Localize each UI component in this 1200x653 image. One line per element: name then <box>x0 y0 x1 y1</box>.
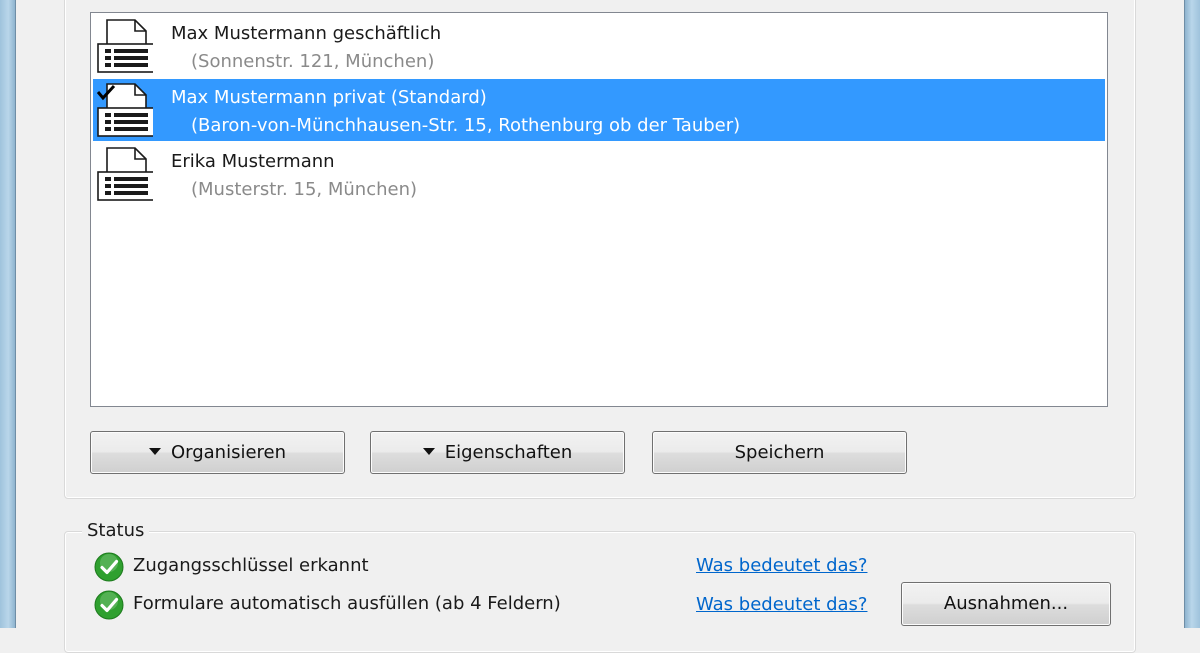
profile-name: Erika Mustermann <box>171 151 335 172</box>
profile-list[interactable]: Max Mustermann geschäftlich (Sonnenstr. … <box>90 12 1108 407</box>
triangle-down-icon <box>148 447 161 455</box>
profile-item[interactable]: Erika Mustermann (Musterstr. 15, München… <box>93 143 1105 205</box>
profile-address: (Musterstr. 15, München) <box>191 179 418 200</box>
help-link[interactable]: Was bedeutet das? <box>696 593 867 617</box>
profile-item[interactable]: Max Mustermann geschäftlich (Sonnenstr. … <box>93 15 1105 77</box>
profile-card-icon <box>96 83 153 137</box>
profile-address: (Baron-von-Münchhausen-Str. 15, Rothenbu… <box>191 115 741 136</box>
triangle-down-icon <box>422 447 435 455</box>
profile-name: Max Mustermann privat (Standard) <box>171 87 487 108</box>
organize-button[interactable]: Organisieren <box>90 431 345 474</box>
green-check-circle-icon <box>94 590 124 620</box>
exceptions-button-label: Ausnahmen... <box>943 593 1069 614</box>
status-group-title: Status <box>82 519 150 543</box>
save-button-label: Speichern <box>734 442 825 463</box>
save-button[interactable]: Speichern <box>652 431 907 474</box>
green-check-circle-icon <box>94 552 124 582</box>
status-label: Zugangsschlüssel erkannt <box>133 555 369 576</box>
properties-button[interactable]: Eigenschaften <box>370 431 625 474</box>
dialog-content: Max Mustermann geschäftlich (Sonnenstr. … <box>16 0 1184 653</box>
profile-card-icon <box>97 147 153 201</box>
profile-address: (Sonnenstr. 121, München) <box>191 51 435 72</box>
exceptions-button[interactable]: Ausnahmen... <box>901 582 1111 626</box>
profile-card-icon <box>97 19 153 73</box>
window-border-right <box>1184 0 1200 628</box>
window-border-left <box>0 0 16 628</box>
properties-button-label: Eigenschaften <box>444 442 573 463</box>
organize-button-label: Organisieren <box>170 442 287 463</box>
status-label: Formulare automatisch ausfüllen (ab 4 Fe… <box>133 593 561 614</box>
help-link[interactable]: Was bedeutet das? <box>696 554 867 578</box>
profile-item-selected[interactable]: Max Mustermann privat (Standard) (Baron-… <box>93 79 1105 141</box>
profile-name: Max Mustermann geschäftlich <box>171 23 442 44</box>
